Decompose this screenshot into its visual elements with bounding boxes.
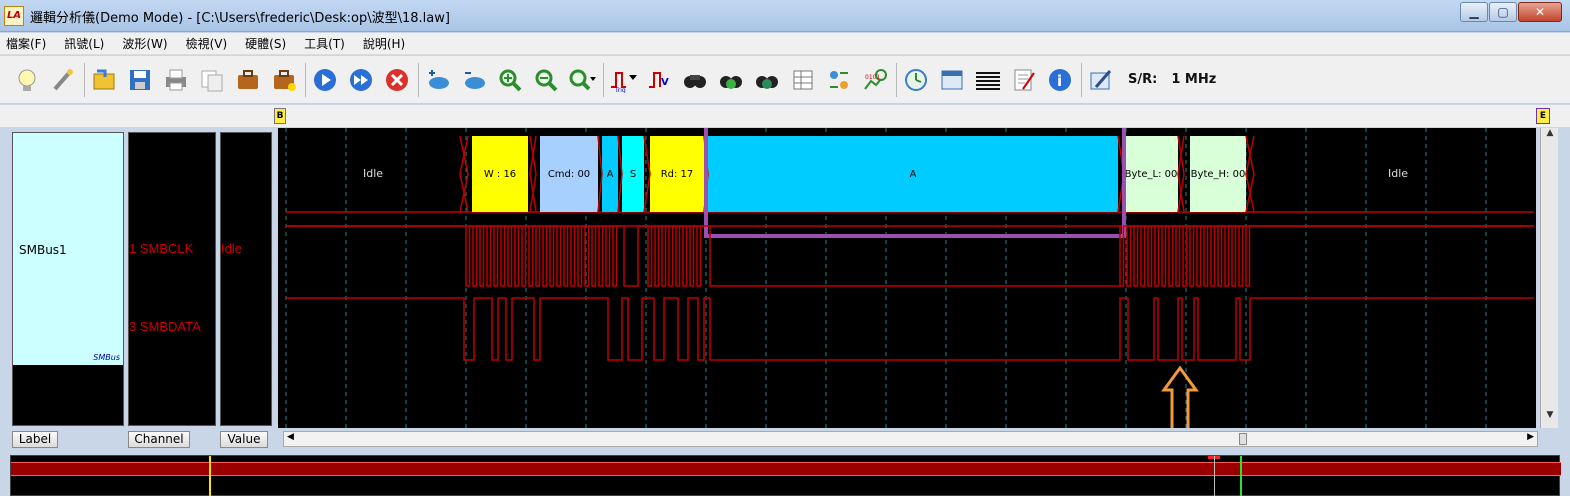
overview-view-line [1214, 456, 1215, 496]
scroll-down-icon[interactable]: ▼ [1541, 410, 1559, 426]
timer-icon[interactable] [901, 65, 931, 95]
window-title: 邏輯分析儀(Demo Mode) - [C:\Users\frederic\De… [30, 11, 450, 26]
remove-channel-icon[interactable] [459, 65, 489, 95]
title-bar: LA 邏輯分析儀(Demo Mode) - [C:\Users\frederic… [0, 0, 1570, 32]
packet-byte-h-label: Byte_H: 00 [1191, 169, 1246, 180]
overview-end-cursor[interactable] [1240, 456, 1242, 496]
scroll-left-icon[interactable]: ◀ [287, 432, 294, 442]
menu-tools[interactable]: 工具(T) [304, 35, 345, 52]
menu-view[interactable]: 檢視(V) [186, 35, 228, 52]
overview-band [11, 462, 1561, 476]
svg-text:i: i [1057, 72, 1062, 90]
annotation-arrow [1161, 365, 1199, 428]
overview-begin-cursor[interactable] [209, 456, 211, 496]
channel-smbclk[interactable]: 1 SMBCLK [129, 241, 193, 256]
value-tab[interactable]: Value [220, 431, 268, 448]
sample-rate-label: S/R: [1128, 72, 1158, 87]
packet-w-label: W : 16 [484, 169, 516, 180]
channel-panel: 1 SMBCLK 3 SMBDATA [128, 132, 216, 426]
waveform-area[interactable]: Idle W : 16 Cmd: 00 A S Rd: 17 A Byte_L:… [278, 128, 1536, 428]
packet-ack2-label: A [910, 169, 917, 180]
case-star-icon[interactable] [269, 65, 299, 95]
bus-name: SMBus1 [19, 243, 67, 257]
time-ruler: B E [0, 105, 1570, 127]
menu-hardware[interactable]: 硬體(S) [245, 35, 286, 52]
idle-label-right: Idle [1388, 167, 1408, 180]
channel-tab[interactable]: Channel [128, 431, 190, 448]
zoom-in-icon[interactable] [495, 65, 525, 95]
overview-strip[interactable] [10, 455, 1561, 496]
packet-rd-label: Rd: 17 [661, 169, 694, 180]
open-icon[interactable] [89, 65, 119, 95]
packet-byte-l-label: Byte_L: 00 [1125, 169, 1178, 180]
find-prev-icon[interactable] [752, 65, 782, 95]
app-logo-icon: LA [4, 6, 24, 26]
toolbar-separator [603, 62, 604, 97]
horizontal-scrollbar[interactable]: ◀ ▶ [283, 431, 1538, 447]
stats-icon[interactable]: 0101 [860, 65, 890, 95]
channel-smbdata[interactable]: 3 SMBDATA [129, 319, 201, 334]
channel-value: Idle [221, 241, 242, 256]
zoom-out-icon[interactable] [531, 65, 561, 95]
add-channel-icon[interactable] [423, 65, 453, 95]
zoom-menu-icon[interactable] [567, 65, 597, 95]
bulb-icon[interactable] [12, 65, 42, 95]
notes-icon[interactable] [1009, 65, 1039, 95]
wand-icon[interactable] [48, 65, 78, 95]
menu-bar: 檔案(F) 訊號(L) 波形(W) 檢視(V) 硬體(S) 工具(T) 說明(H… [0, 33, 1570, 55]
window-icon[interactable] [937, 65, 967, 95]
toolbar-separator [896, 62, 897, 97]
window-controls: ▁ ▢ ✕ [1459, 2, 1562, 22]
vertical-scrollbar[interactable]: ▲ ▼ [1540, 128, 1558, 428]
run-repeat-icon[interactable] [346, 65, 376, 95]
menu-file[interactable]: 檔案(F) [6, 35, 46, 52]
bus-tag: SMBus [93, 353, 120, 362]
smbdata-waveform [286, 297, 1534, 361]
trigger-value-icon[interactable]: V [644, 65, 674, 95]
bus-icon[interactable] [824, 65, 854, 95]
svg-text:Trig: Trig [614, 87, 626, 93]
packet-cmd-label: Cmd: 00 [548, 169, 590, 180]
menu-help[interactable]: 說明(H) [363, 35, 405, 52]
edit-icon[interactable] [1086, 65, 1116, 95]
toolbar: Trig V 0101 i S/R: 1 MHz [0, 56, 1570, 104]
find-next-icon[interactable] [716, 65, 746, 95]
info-icon[interactable]: i [1045, 65, 1075, 95]
case-icon[interactable] [233, 65, 263, 95]
menu-waveform[interactable]: 波形(W) [122, 35, 167, 52]
toolbar-separator [1081, 62, 1082, 97]
label-tab[interactable]: Label [12, 431, 58, 448]
trigger-icon[interactable]: Trig [608, 65, 638, 95]
lines-icon[interactable] [973, 65, 1003, 95]
menu-signal[interactable]: 訊號(L) [64, 35, 104, 52]
find-icon[interactable] [680, 65, 710, 95]
toolbar-separator [305, 62, 306, 97]
end-marker[interactable]: E [1536, 108, 1550, 124]
scroll-right-icon[interactable]: ▶ [1527, 432, 1534, 442]
scroll-thumb[interactable] [1239, 433, 1247, 445]
packet-s-label: S [630, 169, 636, 180]
close-button[interactable]: ✕ [1518, 2, 1562, 22]
table-icon[interactable] [788, 65, 818, 95]
stop-icon[interactable] [382, 65, 412, 95]
minimize-button[interactable]: ▁ [1460, 2, 1488, 22]
begin-marker[interactable]: B [274, 108, 286, 124]
maximize-button[interactable]: ▢ [1489, 2, 1517, 22]
svg-text:V: V [661, 77, 669, 88]
value-panel: Idle [220, 132, 272, 426]
toolbar-separator [84, 62, 85, 97]
packet-ack1-label: A [607, 169, 614, 180]
save-icon[interactable] [125, 65, 155, 95]
run-icon[interactable] [310, 65, 340, 95]
toolbar-separator [418, 62, 419, 97]
label-panel: SMBus1 SMBus [12, 132, 124, 426]
scroll-up-icon[interactable]: ▲ [1541, 128, 1559, 144]
copy-icon[interactable] [197, 65, 227, 95]
print-icon[interactable] [161, 65, 191, 95]
bus-label-cell[interactable]: SMBus1 SMBus [13, 133, 123, 365]
sample-rate-value: 1 MHz [1171, 72, 1217, 87]
svg-text:0101: 0101 [865, 74, 880, 81]
idle-label-left: Idle [363, 167, 383, 180]
